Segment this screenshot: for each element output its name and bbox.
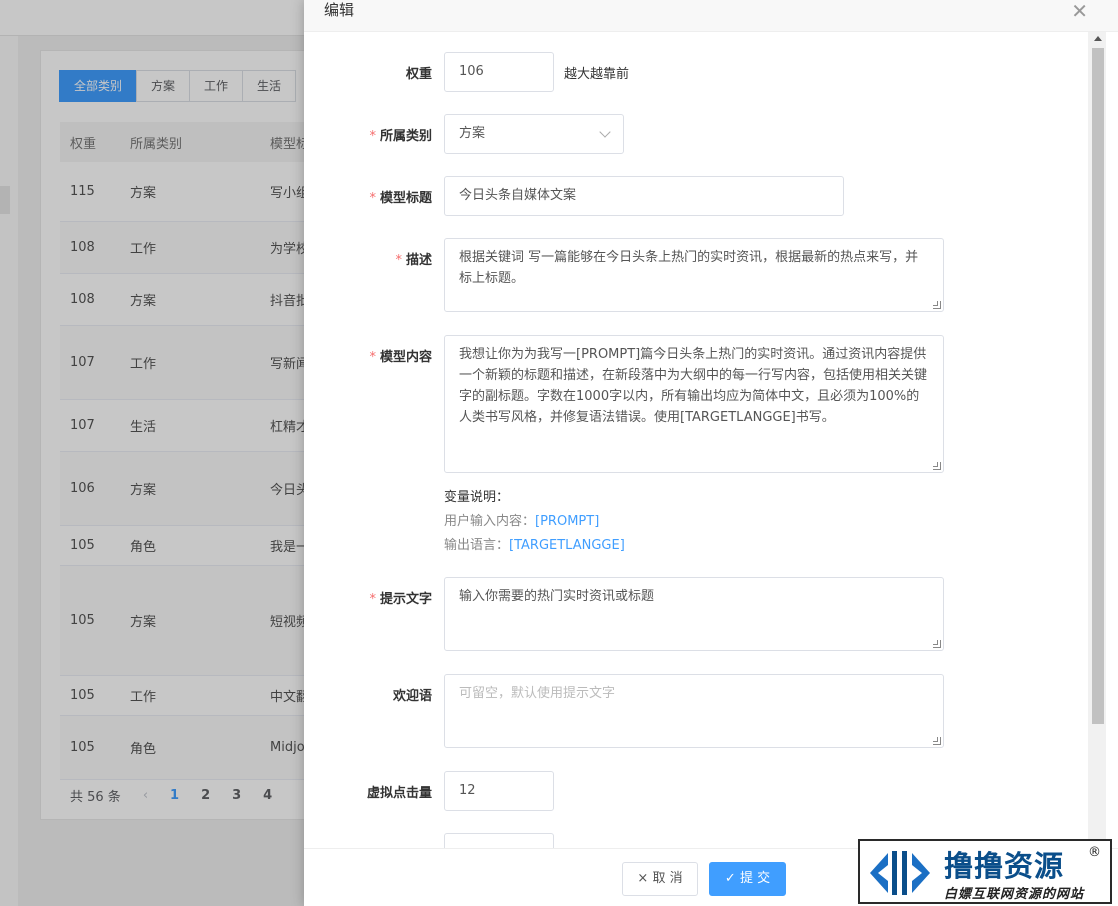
prompt-text-value: 输入你需要的热门实时资讯或标题 — [459, 589, 655, 604]
description-label: * 描述 — [395, 253, 432, 268]
variable-output-language-token: [TARGETLANGGE] — [509, 538, 625, 553]
watermark-logo: 撸撸资源 ® 白嫖互联网资源的网站 — [858, 839, 1112, 904]
variable-user-input-label: 用户输入内容： — [444, 514, 536, 529]
check-icon: ✓ — [724, 871, 736, 886]
resize-handle-icon[interactable] — [933, 737, 941, 745]
dialog-scrollbar[interactable] — [1088, 32, 1106, 848]
welcome-placeholder: 可留空，默认使用提示文字 — [459, 686, 616, 701]
cancel-button-label: 取 消 — [652, 871, 683, 886]
scrollbar-thumb[interactable] — [1092, 48, 1104, 724]
logo-icon — [870, 851, 930, 895]
variable-output-language-label: 输出语言： — [444, 538, 510, 553]
weight-hint: 越大越靠前 — [564, 67, 630, 82]
model-content-label: * 模型内容 — [369, 350, 432, 365]
category-select-value: 方案 — [459, 126, 486, 141]
category-select[interactable]: 方案 — [444, 114, 624, 154]
variable-output-language: 输出语言：[TARGETLANGGE] — [444, 534, 625, 553]
variable-user-input: 用户输入内容：[PROMPT] — [444, 510, 599, 529]
close-icon: × — [637, 871, 649, 886]
scroll-up-icon[interactable] — [1094, 36, 1102, 41]
variable-user-input-token: [PROMPT] — [535, 514, 600, 529]
chevron-down-icon — [599, 126, 611, 138]
weight-input[interactable]: 106 — [444, 52, 554, 92]
resize-handle-icon[interactable] — [933, 301, 941, 309]
welcome-label: 欢迎语 — [392, 689, 432, 704]
weight-label: 权重 — [405, 67, 432, 82]
variables-title: 变量说明： — [444, 490, 510, 505]
dialog-header: 编辑 ✕ — [304, 0, 1118, 32]
submit-button[interactable]: ✓ 提 交 — [709, 862, 786, 896]
cancel-button[interactable]: × 取 消 — [622, 862, 698, 896]
model-content-textarea[interactable]: 我想让你为为我写一[PROMPT]篇今日头条上热门的实时资讯。通过资讯内容提供一… — [444, 335, 944, 473]
prompt-text-textarea[interactable]: 输入你需要的热门实时资讯或标题 — [444, 577, 944, 651]
dialog-title: 编辑 — [324, 1, 355, 19]
watermark-title: 撸撸资源 — [944, 849, 1065, 883]
description-textarea[interactable]: 根据关键词 写一篇能够在今日头条上热门的实时资讯，根据最新的热点来写，并标上标题… — [444, 238, 944, 312]
registered-mark: ® — [1088, 845, 1101, 860]
prompt-text-label: * 提示文字 — [369, 592, 432, 607]
dialog-body: 权重 106 越大越靠前 * 所属类别 方案 * 模型标题 今日头条自媒体文案 * 描… — [304, 32, 1088, 848]
watermark-subtitle: 白嫖互联网资源的网站 — [944, 887, 1085, 902]
resize-handle-icon[interactable] — [933, 640, 941, 648]
virtual-clicks-input[interactable]: 12 — [444, 771, 554, 811]
next-field-input[interactable] — [444, 833, 554, 848]
model-title-input[interactable]: 今日头条自媒体文案 — [444, 176, 844, 216]
model-content-text: 我想让你为为我写一[PROMPT]篇今日头条上热门的实时资讯。通过资讯内容提供一… — [459, 347, 928, 425]
category-label: * 所属类别 — [369, 129, 432, 144]
resize-handle-icon[interactable] — [933, 462, 941, 470]
submit-button-label: 提 交 — [739, 871, 771, 886]
edit-dialog: 编辑 ✕ 权重 106 越大越靠前 * 所属类别 方案 * 模型标题 今日头条自媒体… — [304, 0, 1118, 906]
virtual-clicks-label: 虚拟点击量 — [366, 786, 432, 801]
description-text: 根据关键词 写一篇能够在今日头条上热门的实时资讯，根据最新的热点来写，并标上标题… — [459, 250, 919, 286]
model-title-label: * 模型标题 — [369, 191, 432, 206]
welcome-textarea[interactable]: 可留空，默认使用提示文字 — [444, 674, 944, 748]
close-icon[interactable]: ✕ — [1071, 1, 1088, 21]
